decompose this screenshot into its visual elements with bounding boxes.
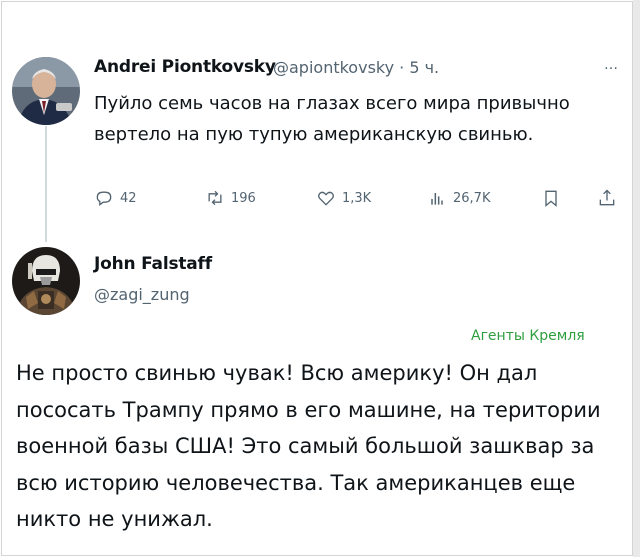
bookmark-icon	[545, 190, 557, 207]
reply-author-avatar[interactable]	[12, 247, 80, 315]
reply-label: Агенты Кремля	[471, 328, 585, 344]
views-icon	[431, 193, 443, 205]
reply-author-name[interactable]: John Falstaff	[94, 254, 212, 274]
share-icon	[599, 189, 615, 206]
reply-author-handle[interactable]: @zagi_zung	[94, 285, 190, 304]
reply-button[interactable]: 42	[94, 188, 137, 208]
retweet-count: 196	[231, 190, 256, 206]
views-count: 26,7K	[453, 190, 491, 206]
bookmark-button[interactable]	[541, 188, 561, 208]
author-avatar[interactable]	[12, 57, 80, 125]
window-edge	[633, 0, 640, 557]
reply-count: 42	[120, 190, 137, 206]
author-handle-time[interactable]: @apiontkovsky · 5 ч.	[273, 58, 439, 77]
retweet-icon	[208, 190, 222, 206]
reply-icon	[96, 191, 112, 206]
like-icon	[318, 191, 334, 206]
views-button[interactable]: 26,7K	[427, 188, 490, 208]
more-options-icon[interactable]: …	[604, 57, 619, 73]
retweet-button[interactable]: 196	[205, 188, 256, 208]
like-count: 1,3K	[342, 190, 372, 206]
like-button[interactable]: 1,3K	[316, 188, 371, 208]
tweet-text: Пуйло семь часов на глазах всего мира пр…	[94, 93, 570, 145]
reply-text: Не просто свинью чувак! Всю америку! Он …	[16, 361, 601, 531]
author-name[interactable]: Andrei Piontkovsky	[94, 57, 276, 77]
share-button[interactable]	[597, 188, 617, 208]
thread-connector	[45, 126, 47, 242]
